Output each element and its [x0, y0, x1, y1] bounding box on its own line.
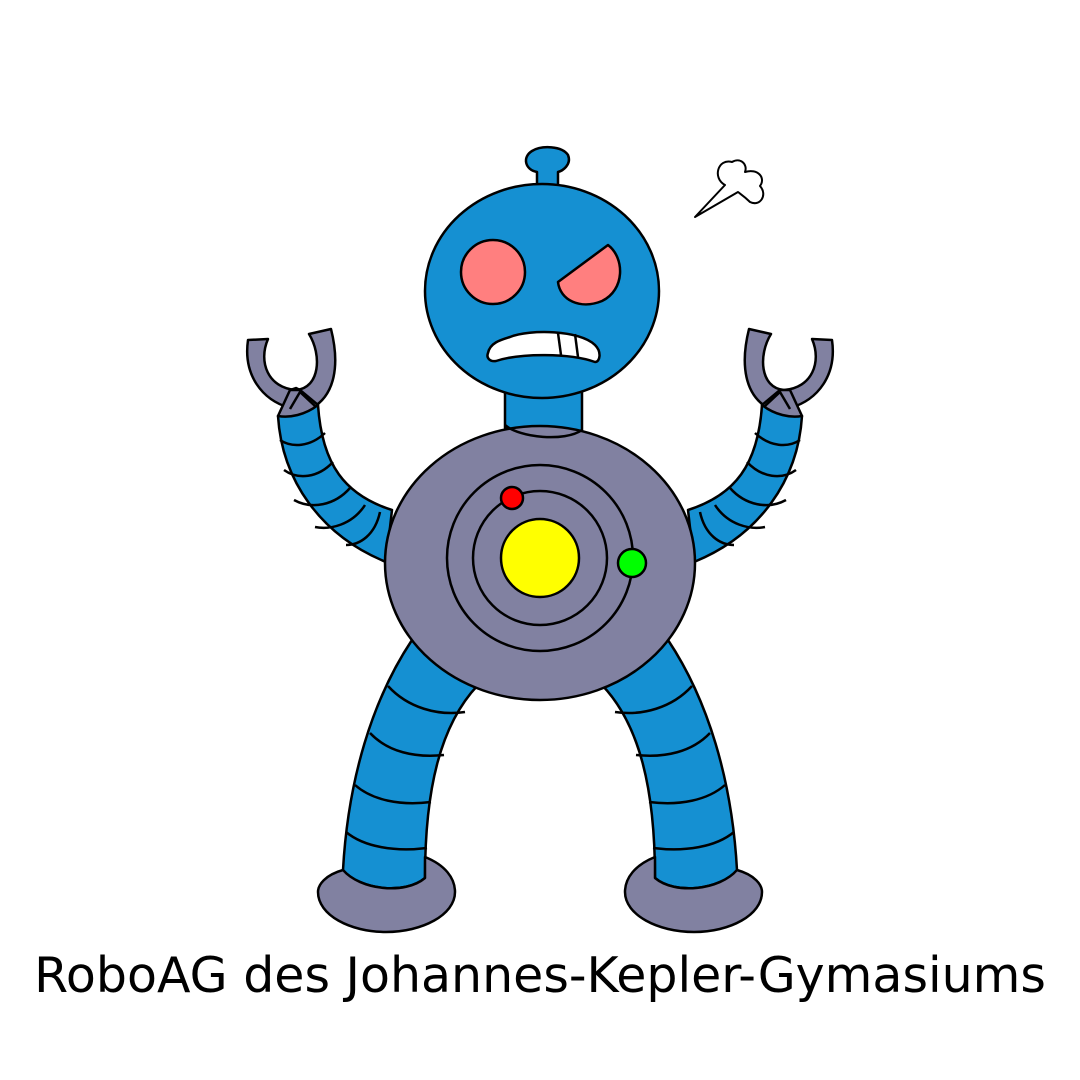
logo-page: RoboAG des Johannes-Kepler-Gymasiums [0, 0, 1080, 1080]
anger-puff-icon [694, 159, 765, 218]
head [423, 146, 661, 400]
right-claw [743, 327, 835, 418]
green-led [616, 547, 648, 579]
robot-mascot [245, 146, 835, 934]
left-arm [276, 403, 394, 564]
core-sun [499, 517, 581, 599]
left-eye [459, 238, 527, 306]
logo-caption: RoboAG des Johannes-Kepler-Gymasiums [34, 947, 1046, 1004]
antenna [524, 146, 571, 190]
left-claw [245, 327, 337, 418]
red-led [499, 485, 525, 511]
right-arm [686, 403, 804, 564]
